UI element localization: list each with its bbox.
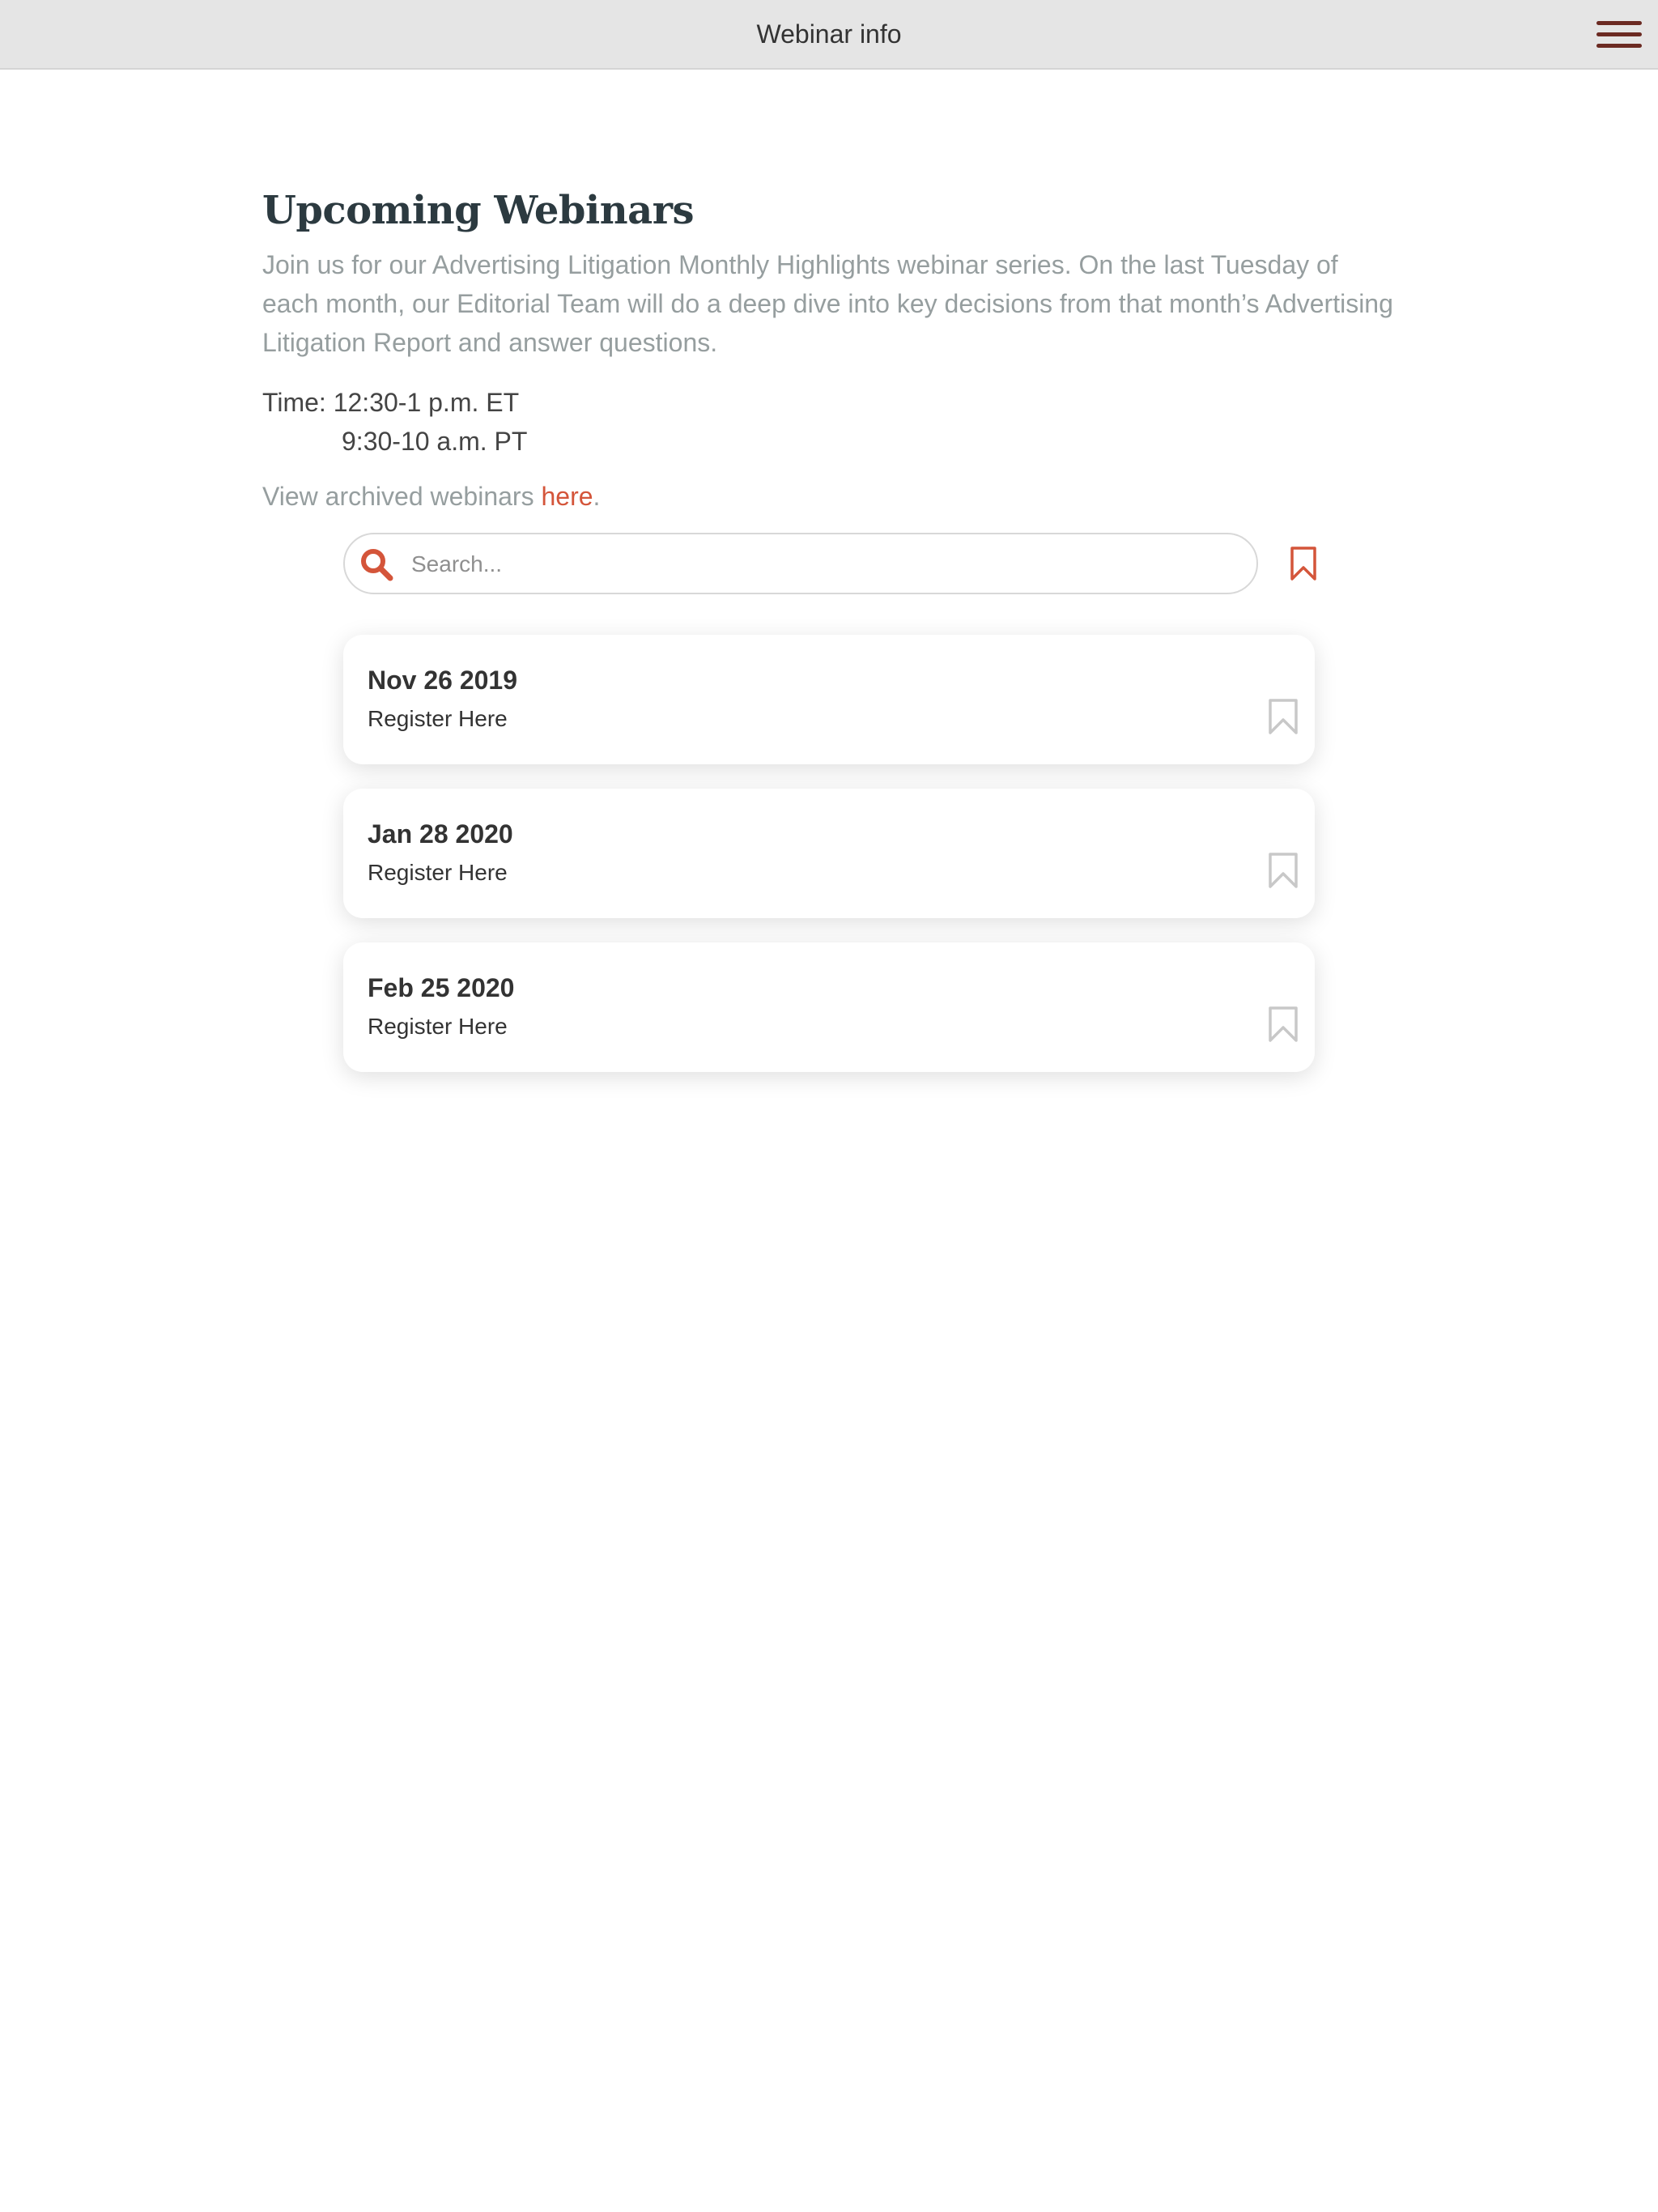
webinar-date: Feb 25 2020 <box>368 973 515 1002</box>
archive-suffix: . <box>593 482 601 511</box>
archive-link[interactable]: here <box>541 482 593 511</box>
intro-text: Join us for our Advertising Litigation M… <box>262 250 1393 357</box>
webinar-card: Nov 26 2019 Register Here <box>343 635 1315 764</box>
bookmark-button[interactable] <box>1268 698 1299 735</box>
bookmark-filter-button[interactable] <box>1287 546 1320 581</box>
bookmark-icon <box>1269 699 1298 734</box>
webinar-date: Nov 26 2019 <box>368 666 518 695</box>
register-link[interactable]: Register Here <box>368 1014 508 1040</box>
bookmark-icon <box>1269 1006 1298 1042</box>
webinar-date: Jan 28 2020 <box>368 819 513 849</box>
time-pt: 9:30-10 a.m. PT <box>342 427 528 456</box>
hamburger-menu-icon <box>1596 21 1642 48</box>
bookmark-button[interactable] <box>1268 1006 1299 1043</box>
search-box <box>343 533 1258 594</box>
webinar-card: Feb 25 2020 Register Here <box>343 942 1315 1072</box>
top-bar: Webinar info <box>0 0 1658 70</box>
register-link[interactable]: Register Here <box>368 860 508 886</box>
page-title: Upcoming Webinars <box>262 188 695 233</box>
search-input[interactable] <box>410 541 1239 588</box>
page-header-title: Webinar info <box>756 19 902 49</box>
bookmark-button[interactable] <box>1268 852 1299 889</box>
main-content: Upcoming Webinars Join us for our Advert… <box>262 182 1396 516</box>
bookmark-icon <box>1269 853 1298 888</box>
webinar-card: Jan 28 2020 Register Here <box>343 789 1315 918</box>
archive-text: View archived webinars here. <box>262 477 1396 516</box>
register-link[interactable]: Register Here <box>368 706 508 732</box>
bookmark-icon <box>1290 547 1316 581</box>
menu-button[interactable] <box>1593 16 1645 53</box>
time-info: Time: 12:30-1 p.m. ET 9:30-10 a.m. PT <box>262 383 1396 461</box>
time-et: Time: 12:30-1 p.m. ET <box>262 388 520 417</box>
archive-label: View archived webinars <box>262 482 542 511</box>
search-icon <box>361 549 393 581</box>
